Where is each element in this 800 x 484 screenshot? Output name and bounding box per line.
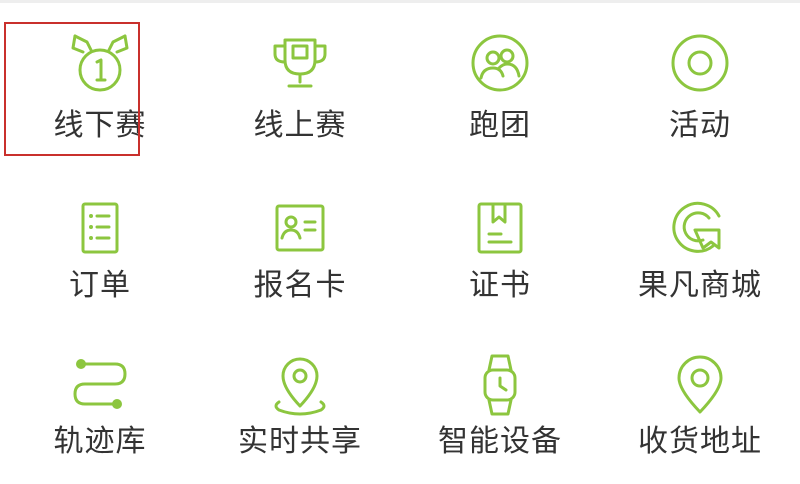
group-icon	[467, 30, 533, 96]
grid-item-shipping-address[interactable]: 收货地址	[600, 322, 800, 482]
grid-item-store[interactable]: 果凡商城	[600, 160, 800, 320]
grid-item-live-share[interactable]: 实时共享	[200, 322, 400, 482]
grid-item-label: 报名卡	[253, 268, 347, 303]
grid-item-label: 线下赛	[53, 108, 147, 143]
grid-item-activity[interactable]: 活动	[600, 0, 800, 160]
grid-item-registration-card[interactable]: 报名卡	[200, 160, 400, 320]
location-share-icon	[267, 352, 333, 418]
grid-item-label: 线上赛	[253, 108, 347, 143]
grid-item-online-race[interactable]: 线上赛	[200, 0, 400, 160]
track-icon	[67, 352, 133, 418]
watch-icon	[467, 352, 533, 418]
target-icon	[667, 30, 733, 96]
grid-item-label: 跑团	[469, 108, 531, 143]
medal-icon	[67, 30, 133, 96]
grid-item-label: 智能设备	[438, 424, 562, 459]
grid-item-label: 轨迹库	[53, 424, 147, 459]
grid-item-label: 收货地址	[638, 424, 762, 459]
certificate-icon	[467, 196, 533, 262]
grid-item-running-group[interactable]: 跑团	[400, 0, 600, 160]
grid-item-smart-device[interactable]: 智能设备	[400, 322, 600, 482]
grid-item-label: 订单	[69, 268, 131, 303]
function-grid: 线下赛 线上赛 跑团 活动 订单 报名卡 证书 果凡商城 轨迹库 实时共享 智能…	[0, 0, 800, 484]
order-list-icon	[67, 196, 133, 262]
grid-item-label: 果凡商城	[638, 268, 762, 303]
store-icon	[667, 196, 733, 262]
grid-item-orders[interactable]: 订单	[0, 160, 200, 320]
grid-item-label: 证书	[469, 268, 531, 303]
grid-item-label: 活动	[669, 108, 731, 143]
grid-item-label: 实时共享	[238, 424, 362, 459]
grid-item-track-library[interactable]: 轨迹库	[0, 322, 200, 482]
id-card-icon	[267, 196, 333, 262]
trophy-icon	[267, 30, 333, 96]
grid-item-offline-race[interactable]: 线下赛	[0, 0, 200, 160]
address-pin-icon	[667, 352, 733, 418]
grid-item-certificates[interactable]: 证书	[400, 160, 600, 320]
